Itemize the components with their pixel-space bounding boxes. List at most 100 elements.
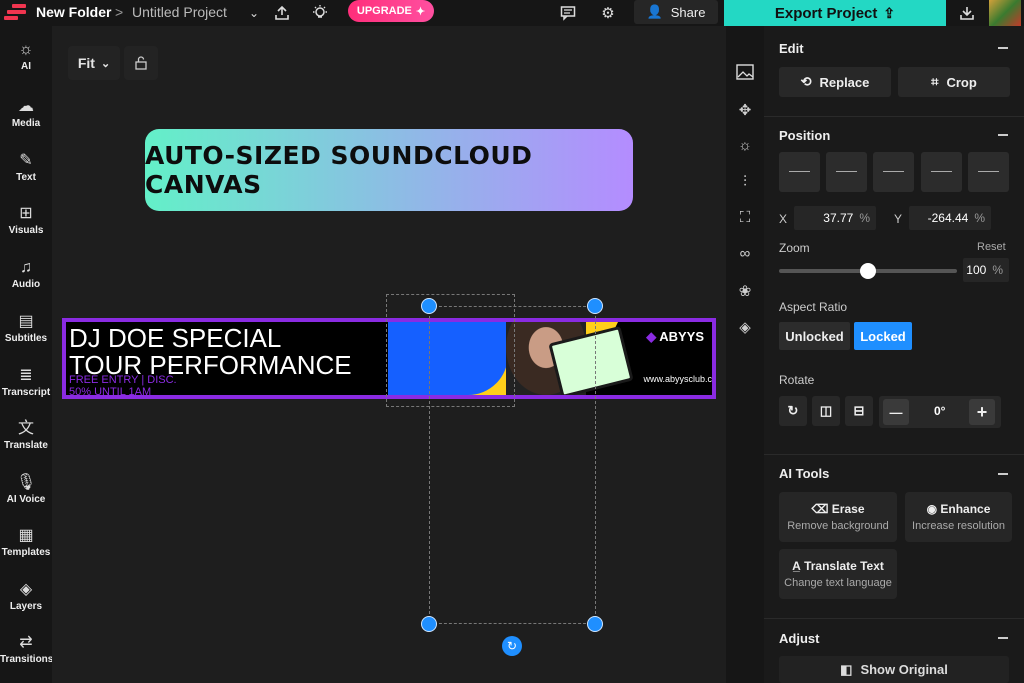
resize-handle-top-left[interactable] bbox=[421, 298, 437, 314]
sidebar-item-ai-voice[interactable]: 🎙 AI Voice bbox=[0, 473, 52, 505]
lightbulb-icon[interactable] bbox=[310, 3, 330, 23]
zoom-reset-button[interactable]: Reset bbox=[977, 241, 1006, 253]
translate-text-tool[interactable]: A̲ Translate Text Change text language bbox=[779, 549, 897, 599]
upload-icon[interactable] bbox=[272, 3, 292, 23]
move-icon[interactable]: ✥ bbox=[726, 101, 764, 119]
layers-icon[interactable]: ◈ bbox=[726, 318, 764, 336]
banner-sub-1: FREE ENTRY | DISC. bbox=[69, 374, 177, 386]
sidebar-item-label: Media bbox=[11, 118, 41, 129]
collapse-icon[interactable] bbox=[998, 47, 1008, 49]
sidebar-item-subtitles[interactable]: ▤ Subtitles bbox=[0, 312, 52, 344]
align-top-button[interactable] bbox=[921, 152, 962, 192]
show-original-button[interactable]: ◧ Show Original bbox=[779, 656, 1009, 683]
sidebar-item-text[interactable]: ✎ Text bbox=[0, 151, 52, 183]
music-note-icon: ♫ bbox=[20, 259, 32, 276]
unlocked-button[interactable]: Unlocked bbox=[779, 322, 850, 350]
download-icon[interactable] bbox=[957, 3, 977, 23]
sidebar-item-templates[interactable]: ▦ Templates bbox=[0, 526, 52, 558]
banner-sub-2: 50% UNTIL 1AM bbox=[69, 386, 152, 398]
sidebar-item-transitions[interactable]: ⇄ Transitions bbox=[0, 633, 54, 665]
export-project-button[interactable]: Export Project ⇪ bbox=[724, 0, 946, 26]
rotate-left-button[interactable]: ↻ bbox=[779, 396, 807, 426]
camera-icon: ◉ bbox=[926, 502, 941, 516]
rotate-decrease-button[interactable]: — bbox=[883, 399, 909, 425]
unlock-icon[interactable] bbox=[124, 46, 158, 80]
replace-button[interactable]: ⟲ Replace bbox=[779, 67, 891, 97]
rotate-handle-icon[interactable]: ↻ bbox=[502, 636, 522, 656]
y-unit: % bbox=[974, 211, 985, 225]
fit-dropdown[interactable]: Fit ⌄ bbox=[68, 46, 120, 80]
rotate-increase-button[interactable]: + bbox=[969, 399, 995, 425]
subtitles-icon: ▤ bbox=[18, 313, 34, 330]
gear-icon[interactable]: ⚙ bbox=[598, 3, 618, 23]
brightness-icon[interactable]: ☼ bbox=[726, 137, 764, 154]
erase-tool[interactable]: ⌫ Erase Remove background bbox=[779, 492, 897, 542]
adjust-sliders-icon[interactable]: ⫶ bbox=[726, 173, 764, 190]
resize-handle-bottom-left[interactable] bbox=[421, 616, 437, 632]
align-center-button[interactable] bbox=[826, 152, 867, 192]
sidebar-item-media[interactable]: ☁ Media bbox=[0, 97, 52, 129]
sidebar-item-translate[interactable]: 文 Translate bbox=[0, 419, 52, 451]
link-icon[interactable]: ∞ bbox=[726, 245, 764, 262]
x-value: 37.77 bbox=[823, 211, 854, 225]
templates-icon: ▦ bbox=[18, 527, 34, 544]
erase-subtitle: Remove background bbox=[787, 520, 889, 532]
eraser-icon: ⌫ bbox=[811, 502, 832, 516]
crop-icon: ⌗ bbox=[931, 74, 939, 89]
collapse-icon[interactable] bbox=[998, 473, 1008, 475]
title-card[interactable]: AUTO-SIZED SOUNDCLOUD CANVAS bbox=[145, 129, 633, 211]
color-filter-icon[interactable]: ❀ bbox=[726, 282, 764, 300]
title-card-text: AUTO-SIZED SOUNDCLOUD CANVAS bbox=[145, 141, 533, 199]
x-label: X bbox=[779, 212, 788, 226]
sidebar-item-audio[interactable]: ♫ Audio bbox=[0, 258, 52, 290]
top-bar: New Folder > Untitled Project ⌄ UPGRADE … bbox=[0, 0, 1024, 26]
image-icon[interactable] bbox=[726, 64, 764, 84]
banner-brand: ◆ ABYYS bbox=[646, 329, 704, 345]
brand-logo-icon: ◆ bbox=[646, 329, 657, 344]
transcript-icon: ≣ bbox=[19, 367, 33, 384]
align-bottom-button[interactable] bbox=[968, 152, 1009, 192]
collapse-icon[interactable] bbox=[998, 134, 1008, 136]
flip-horizontal-button[interactable]: ◫ bbox=[812, 396, 840, 426]
replace-label: Replace bbox=[819, 74, 870, 90]
enhance-tool[interactable]: ◉ Enhance Increase resolution bbox=[905, 492, 1012, 542]
align-left-button[interactable] bbox=[779, 152, 820, 192]
zoom-input[interactable]: 100 % bbox=[963, 258, 1009, 282]
rotate-value[interactable]: 0° bbox=[934, 404, 945, 418]
crop-frame-icon[interactable]: ⛶ bbox=[726, 209, 764, 226]
sidebar-item-label: Transitions bbox=[0, 654, 54, 665]
properties-tab-bar: ✥ ☼ ⫶ ⛶ ∞ ❀ ◈ bbox=[726, 26, 764, 683]
resize-handle-top-right[interactable] bbox=[587, 298, 603, 314]
comment-icon[interactable] bbox=[558, 3, 578, 23]
collapse-icon[interactable] bbox=[998, 637, 1008, 639]
avatar[interactable] bbox=[989, 0, 1021, 26]
project-name[interactable]: Untitled Project bbox=[132, 4, 227, 20]
align-right-button[interactable] bbox=[873, 152, 914, 192]
app-logo-icon[interactable] bbox=[4, 4, 28, 22]
banner-brand-text: ABYYS bbox=[659, 329, 704, 344]
x-unit: % bbox=[859, 211, 870, 225]
resize-handle-bottom-right[interactable] bbox=[587, 616, 603, 632]
chevron-down-icon[interactable]: ⌄ bbox=[244, 3, 264, 23]
rotate-icon: ↻ bbox=[787, 403, 799, 418]
y-position-input[interactable]: -264.44 % bbox=[909, 206, 991, 230]
breadcrumb-folder[interactable]: New Folder bbox=[36, 4, 111, 20]
banner-headline: DJ DOE SPECIAL TOUR PERFORMANCE bbox=[69, 325, 352, 379]
crop-button[interactable]: ⌗ Crop bbox=[898, 67, 1010, 97]
sidebar-item-visuals[interactable]: ⊞ Visuals bbox=[0, 204, 52, 236]
flip-vertical-button[interactable]: ⊟ bbox=[845, 396, 873, 426]
share-button[interactable]: 👤 Share bbox=[634, 0, 718, 24]
locked-button[interactable]: Locked bbox=[854, 322, 912, 350]
sidebar-item-transcript[interactable]: ≣ Transcript bbox=[0, 366, 52, 398]
sidebar-item-layers[interactable]: ◈ Layers bbox=[0, 580, 52, 612]
layers-icon: ◈ bbox=[19, 581, 33, 598]
upgrade-button[interactable]: UPGRADE ✦ bbox=[348, 0, 434, 22]
x-position-input[interactable]: 37.77 % bbox=[794, 206, 876, 230]
sidebar-item-ai[interactable]: ☼ AI bbox=[0, 40, 52, 72]
selection-box[interactable] bbox=[429, 306, 596, 624]
edit-section-title: Edit bbox=[779, 41, 804, 56]
zoom-slider-knob[interactable] bbox=[860, 263, 876, 279]
y-value: -264.44 bbox=[927, 211, 969, 225]
sidebar-item-label: Translate bbox=[4, 440, 48, 451]
left-toolbar: ☼ AI ☁ Media ✎ Text ⊞ Visuals ♫ Audio ▤ … bbox=[0, 26, 54, 683]
